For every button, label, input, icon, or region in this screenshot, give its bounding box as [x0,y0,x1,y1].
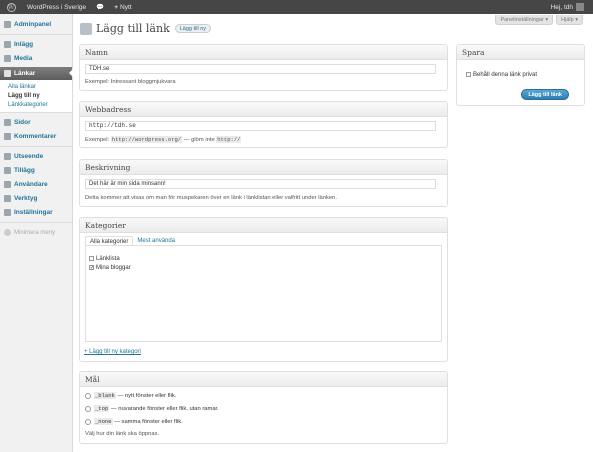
account-menu[interactable]: Hej, tdh [546,0,589,14]
radio-button[interactable] [85,405,91,412]
page-header: Lägg till länk Lägg till ny [80,22,212,35]
menu-separator [0,222,72,223]
category-item[interactable]: Länklista [86,254,441,263]
category-checkbox-checked[interactable]: ✓ [89,265,94,271]
links-icon [4,70,11,77]
target-box-heading: Mål [80,372,447,387]
admin-sidebar: Adminpanel Inlägg Media Länkar Alla länk… [0,14,73,452]
plus-icon: + [114,3,119,11]
menu-users[interactable]: Användare [0,179,72,190]
menu-links[interactable]: Länkar [0,67,73,80]
category-item[interactable]: ✓ Mina bloggar [86,263,441,272]
new-label: Nytt [120,3,132,11]
radio-button[interactable] [85,418,91,425]
menu-separator [0,146,72,147]
name-box-heading: Namn [80,45,447,60]
comments-icon [4,133,11,140]
link-page-icon [80,22,92,35]
menu-posts[interactable]: Inlägg [0,39,72,50]
pages-icon [4,119,11,126]
categories-box: Kategorier Alla kategorier Mest använda … [79,217,448,362]
private-checkbox[interactable] [466,72,471,77]
avatar [576,3,584,11]
appearance-icon [4,153,11,160]
site-name-link[interactable]: WordPress i Sverige [22,0,91,14]
categories-box-heading: Kategorier [80,218,447,233]
menu-appearance[interactable]: Utseende [0,151,72,162]
menu-separator [0,34,72,35]
save-box: Spara Behåll denna länk privat Lägg till… [456,44,585,106]
comment-bubble-icon: 💬 [96,4,105,11]
description-box: Beskrivning Det här är min sida minsann!… [79,159,448,207]
help-button[interactable]: Hjälp ▾ [556,15,583,25]
url-example-code2: http:// [216,136,242,143]
admin-bar: W WordPress i Sverige 💬 + Nytt Hej, tdh [0,0,593,14]
menu-pages[interactable]: Sidor [0,117,72,128]
category-checkbox[interactable] [89,256,94,261]
target-note: Välj hur din länk ska öppnas. [85,431,160,437]
target-box: Mål _blank — nytt fönster eller flik. _t… [79,371,448,444]
screen-meta-links: Panelinställningar ▾ Hjälp ▾ [495,15,583,25]
collapse-menu-button[interactable]: Minimera meny [0,227,72,238]
name-input[interactable]: TDH.se [85,64,436,74]
category-checklist: Länklista ✓ Mina bloggar [85,245,442,342]
submenu-add-new[interactable]: Lägg till ny [0,91,72,100]
page-title: Lägg till länk [96,22,170,35]
comments-link[interactable]: 💬 [91,0,109,14]
url-example-code: http://wordpress.org/ [110,136,183,143]
add-new-button[interactable]: Lägg till ny [174,24,212,33]
plugins-icon [4,167,11,174]
description-note: Detta kommer att visas om man för muspek… [85,195,337,201]
url-box-heading: Webbadress [80,102,447,117]
users-icon [4,181,11,188]
media-icon [4,55,11,62]
description-box-heading: Beskrivning [80,160,447,175]
collapse-arrow-icon [4,229,11,236]
url-box: Webbadress http://tdh.se Exempel: http:/… [79,101,448,148]
menu-dashboard[interactable]: Adminpanel [0,19,72,30]
url-input[interactable]: http://tdh.se [85,121,436,131]
new-content-menu[interactable]: + Nytt [109,0,136,14]
add-link-button[interactable]: Lägg till länk [521,89,569,100]
screen-options-button[interactable]: Panelinställningar ▾ [495,15,554,25]
description-input[interactable]: Det här är min sida minsann! [85,179,436,189]
radio-button[interactable] [85,392,91,399]
save-box-heading: Spara [457,45,584,60]
dashboard-icon [4,21,11,28]
wordpress-logo-icon[interactable]: W [0,0,22,14]
menu-tools[interactable]: Verktyg [0,193,72,204]
posts-icon [4,41,11,48]
name-box: Namn TDH.se Exempel: Intressant bloggmju… [79,44,448,91]
submenu-all-links[interactable]: Alla länkar [0,82,72,91]
private-link-option[interactable]: Behåll denna länk privat [463,70,537,79]
target-option-top[interactable]: _top — nuvarande fönster eller flik, uta… [85,405,219,412]
name-example: Exempel: Intressant bloggmjukvara [85,79,176,85]
add-category-link[interactable]: + Lägg till ny kategori [84,349,141,355]
menu-plugins[interactable]: Tillägg [0,165,72,176]
url-example: Exempel: http://wordpress.org/ — glöm in… [85,136,242,143]
target-option-none[interactable]: _none — samma fönster eller flik. [85,418,183,425]
menu-settings[interactable]: Inställningar [0,207,72,218]
settings-icon [4,209,11,216]
menu-comments[interactable]: Kommentarer [0,131,72,142]
target-option-blank[interactable]: _blank — nytt fönster eller flik. [85,392,176,399]
links-submenu: Alla länkar Lägg till ny Länkkategorier [0,80,72,113]
submenu-link-categories[interactable]: Länkkategorier [0,100,72,109]
greeting: Hej, tdh [550,3,573,11]
tools-icon [4,195,11,202]
menu-media[interactable]: Media [0,53,72,64]
